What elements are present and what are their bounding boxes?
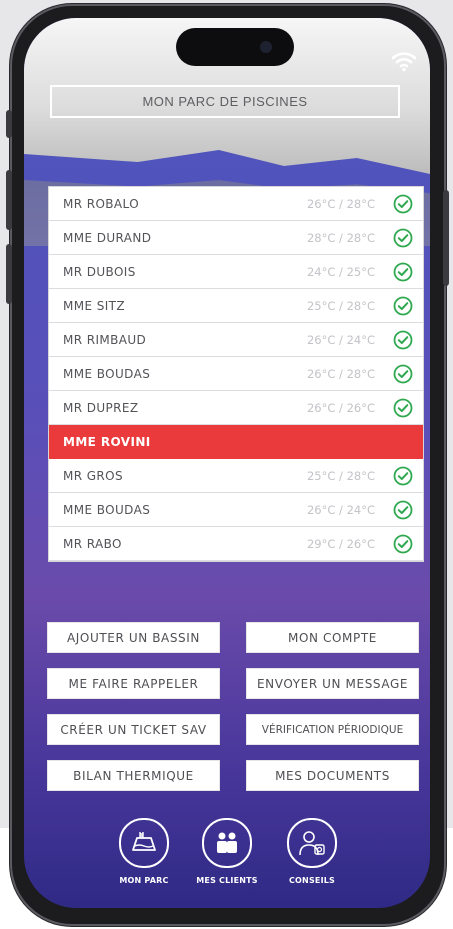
phone-power-button	[443, 190, 449, 286]
pool-owner-name: MME DURAND	[63, 230, 152, 245]
nav-label-park: MON PARC	[119, 876, 169, 885]
page-title: MON PARC DE PISCINES	[50, 85, 400, 118]
clients-icon	[202, 818, 252, 868]
pool-row[interactable]: MR DUBOIS 24°C / 25°C	[49, 255, 423, 289]
pool-owner-name: MR DUBOIS	[63, 264, 136, 279]
check-circle-icon	[393, 194, 413, 214]
pool-owner-name: MR DUPREZ	[63, 400, 139, 415]
pool-owner-name: MR GROS	[63, 468, 124, 483]
pool-temperature: 25°C / 28°C	[306, 468, 375, 483]
nav-advice[interactable]: CONSEILS	[268, 818, 356, 885]
check-circle-icon	[393, 398, 413, 418]
phone-volume-up	[6, 170, 12, 230]
pool-row[interactable]: MR GROS 25°C / 28°C	[49, 459, 423, 493]
check-circle-icon	[393, 500, 413, 520]
advisor-icon	[287, 818, 337, 868]
pool-owner-name: MR ROBALO	[63, 196, 140, 211]
pool-temperature: 24°C / 25°C	[306, 264, 375, 279]
check-circle-icon	[393, 262, 413, 282]
wifi-icon	[391, 52, 417, 72]
pool-owner-name: MR RIMBAUD	[63, 332, 147, 347]
pool-owner-name: MME BOUDAS	[63, 502, 151, 517]
pool-row-alert[interactable]: MME ROVINI	[49, 425, 423, 459]
pool-temperature: 26°C / 28°C	[306, 366, 375, 381]
pool-temperature: 26°C / 28°C	[306, 196, 375, 211]
nav-my-clients[interactable]: MES CLIENTS	[183, 818, 271, 885]
nav-label-advice: CONSEILS	[288, 876, 336, 885]
nav-my-park[interactable]: MON PARC	[100, 818, 188, 885]
check-circle-icon	[393, 228, 413, 248]
pool-owner-name: MME ROVINI	[63, 434, 151, 449]
create-ticket-button[interactable]: CRÉER UN TICKET SAV	[47, 714, 220, 745]
check-circle-icon	[393, 466, 413, 486]
send-message-button[interactable]: ENVOYER UN MESSAGE	[246, 668, 419, 699]
add-pool-button[interactable]: AJOUTER UN BASSIN	[47, 622, 220, 653]
check-circle-icon	[393, 534, 413, 554]
periodic-check-button[interactable]: VÉRIFICATION PÉRIODIQUE	[246, 714, 419, 745]
pool-row[interactable]: MME BOUDAS 26°C / 28°C	[49, 357, 423, 391]
pool-row[interactable]: MME DURAND 28°C / 28°C	[49, 221, 423, 255]
my-account-button[interactable]: MON COMPTE	[246, 622, 419, 653]
pool-list: MR ROBALO 26°C / 28°C MME DURAND 28°C / 28°…	[48, 186, 424, 562]
pool-row[interactable]: MR ROBALO 26°C / 28°C	[49, 187, 423, 221]
pool-temperature: 28°C / 28°C	[306, 230, 375, 245]
pool-owner-name: MR RABO	[63, 536, 122, 551]
my-documents-button[interactable]: MES DOCUMENTS	[246, 760, 419, 791]
thermal-report-button[interactable]: BILAN THERMIQUE	[47, 760, 220, 791]
phone-silent-switch	[6, 110, 12, 138]
pool-owner-name: MME SITZ	[63, 298, 126, 313]
pool-row[interactable]: MME SITZ 25°C / 28°C	[49, 289, 423, 323]
nav-label-clients: MES CLIENTS	[196, 876, 258, 885]
camera-lens	[260, 41, 272, 53]
check-circle-icon	[393, 296, 413, 316]
call-back-button[interactable]: ME FAIRE RAPPELER	[47, 668, 220, 699]
pool-temperature: 26°C / 24°C	[306, 332, 375, 347]
pool-temperature: 26°C / 26°C	[306, 400, 375, 415]
phone-volume-down	[6, 244, 12, 304]
pool-temperature: 29°C / 26°C	[306, 536, 375, 551]
pool-owner-name: MME BOUDAS	[63, 366, 151, 381]
pool-icon	[119, 818, 169, 868]
check-circle-icon	[393, 330, 413, 350]
pool-row[interactable]: MR RABO 29°C / 26°C	[49, 527, 423, 561]
pool-temperature: 25°C / 28°C	[306, 298, 375, 313]
pool-row[interactable]: MR DUPREZ 26°C / 26°C	[49, 391, 423, 425]
pool-temperature: 26°C / 24°C	[306, 502, 375, 517]
app-screen: MON PARC DE PISCINES MR ROBALO 26°C / 28°…	[24, 18, 430, 908]
dynamic-island	[176, 28, 294, 66]
pool-row[interactable]: MME BOUDAS 26°C / 24°C	[49, 493, 423, 527]
check-circle-icon	[393, 364, 413, 384]
pool-row[interactable]: MR RIMBAUD 26°C / 24°C	[49, 323, 423, 357]
